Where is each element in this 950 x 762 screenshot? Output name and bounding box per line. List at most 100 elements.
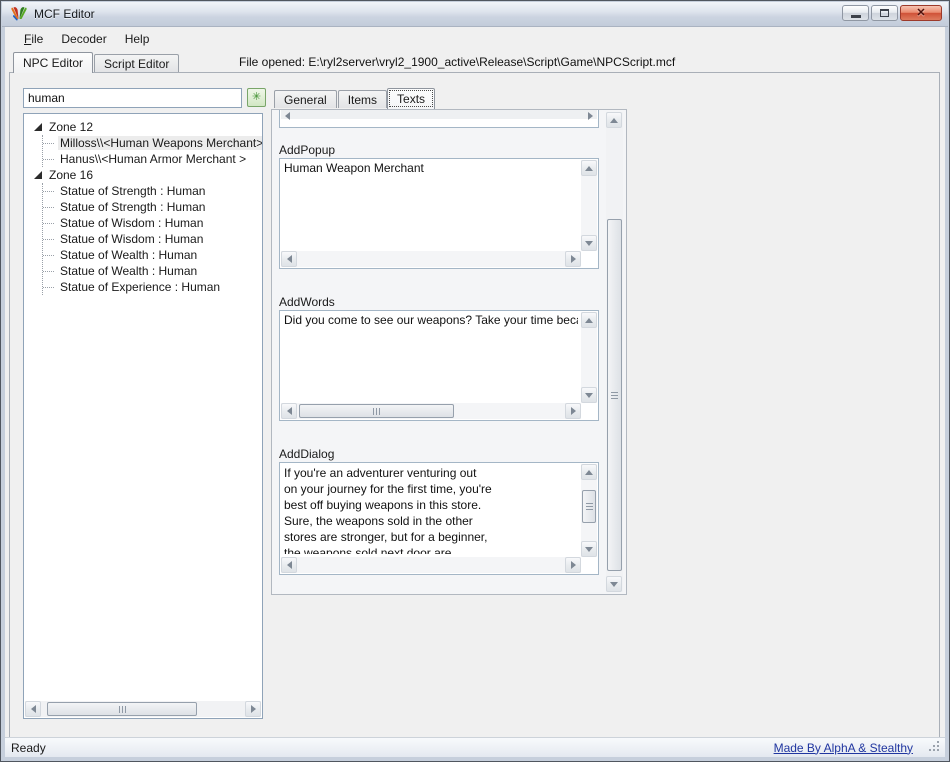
- app-butterfly-icon[interactable]: [10, 6, 28, 22]
- tree-item-label: Statue of Strength : Human: [58, 184, 207, 198]
- tree-expanded-icon[interactable]: [34, 123, 42, 131]
- tree-item-label: Statue of Experience : Human: [58, 280, 222, 294]
- thumb-grip-icon: [119, 706, 126, 713]
- scroll-down-button[interactable]: [606, 576, 622, 592]
- scroll-left-button[interactable]: [281, 251, 297, 267]
- tree-item[interactable]: Statue of Wealth : Human: [43, 263, 262, 279]
- thumb-grip-icon: [586, 503, 593, 510]
- tree-node-zone[interactable]: Zone 12: [24, 119, 262, 135]
- scroll-up-button[interactable]: [606, 112, 622, 128]
- close-button[interactable]: ✕: [900, 5, 942, 21]
- arrow-right-icon: [588, 112, 593, 120]
- adddialog-hscrollbar[interactable]: [281, 557, 581, 573]
- adddialog-textarea[interactable]: If you're an adventurer venturing out on…: [279, 462, 599, 575]
- addpopup-textarea[interactable]: Human Weapon Merchant: [279, 158, 599, 269]
- scroll-right-button[interactable]: [565, 557, 581, 573]
- clipped-textbox[interactable]: [279, 110, 599, 128]
- status-bar: Ready Made By AlphA & Stealthy: [5, 737, 945, 757]
- addpopup-vscrollbar[interactable]: [581, 160, 597, 251]
- addwords-label: AddWords: [279, 295, 335, 309]
- search-burst-icon: ✳: [252, 92, 261, 103]
- addwords-scroll-thumb[interactable]: [299, 404, 454, 418]
- arrow-down-icon: [585, 241, 593, 246]
- scroll-up-button[interactable]: [581, 464, 597, 480]
- menu-decoder[interactable]: Decoder: [52, 29, 115, 49]
- addpopup-hscrollbar[interactable]: [281, 251, 581, 267]
- tree-item-label: Hanus\\<Human Armor Merchant >: [58, 152, 248, 166]
- window-title: MCF Editor: [34, 7, 95, 21]
- adddialog-label: AddDialog: [279, 447, 334, 461]
- addwords-hscrollbar[interactable]: [281, 403, 581, 419]
- panel-scroll-thumb[interactable]: [607, 219, 622, 571]
- file-opened-label: File opened: E:\ryl2server\vryl2_1900_ac…: [239, 55, 675, 69]
- resize-grip-icon[interactable]: [927, 739, 941, 753]
- tab-script-editor[interactable]: Script Editor: [94, 54, 179, 72]
- scroll-down-button[interactable]: [581, 235, 597, 251]
- tree-scroll-thumb[interactable]: [47, 702, 197, 716]
- thumb-grip-icon: [373, 408, 380, 415]
- tree-expanded-icon[interactable]: [34, 171, 42, 179]
- panel-vertical-scrollbar[interactable]: [606, 112, 623, 592]
- addwords-vscrollbar[interactable]: [581, 312, 597, 403]
- adddialog-scroll-thumb[interactable]: [582, 490, 596, 523]
- scroll-right-button[interactable]: [245, 701, 261, 717]
- minimize-button[interactable]: [842, 5, 869, 21]
- search-input[interactable]: [23, 88, 242, 108]
- arrow-down-icon: [610, 582, 618, 587]
- tab-npc-editor[interactable]: NPC Editor: [13, 52, 93, 73]
- maximize-button[interactable]: [871, 5, 898, 21]
- tab-general[interactable]: General: [274, 90, 337, 108]
- arrow-up-icon: [585, 318, 593, 323]
- tree-item[interactable]: Milloss\\<Human Weapons Merchant>: [43, 135, 262, 151]
- arrow-left-icon: [287, 255, 292, 263]
- scroll-down-button[interactable]: [581, 541, 597, 557]
- tree-item[interactable]: Statue of Experience : Human: [43, 279, 262, 295]
- credit-link[interactable]: Made By AlphA & Stealthy: [774, 741, 913, 755]
- scroll-down-button[interactable]: [581, 387, 597, 403]
- arrow-down-icon: [585, 547, 593, 552]
- maximize-icon: [880, 9, 889, 17]
- addpopup-label: AddPopup: [279, 143, 335, 157]
- tree-node-zone[interactable]: Zone 16: [24, 167, 262, 183]
- title-bar[interactable]: MCF Editor ✕: [2, 2, 948, 27]
- scroll-right-button[interactable]: [565, 251, 581, 267]
- tree-item[interactable]: Statue of Wisdom : Human: [43, 215, 262, 231]
- arrow-up-icon: [610, 118, 618, 123]
- arrow-up-icon: [585, 470, 593, 475]
- arrow-right-icon: [571, 561, 576, 569]
- menu-help[interactable]: Help: [116, 29, 159, 49]
- scroll-up-button[interactable]: [581, 312, 597, 328]
- search-button[interactable]: ✳: [247, 88, 266, 107]
- tree-item-label: Statue of Wealth : Human: [58, 248, 199, 262]
- arrow-left-icon: [285, 112, 290, 120]
- arrow-right-icon: [571, 407, 576, 415]
- tab-texts[interactable]: Texts: [387, 88, 435, 109]
- addwords-text: Did you come to see our weapons? Take yo…: [284, 313, 578, 400]
- scroll-left-button[interactable]: [281, 557, 297, 573]
- tree-horizontal-scrollbar[interactable]: [25, 701, 261, 717]
- tree-item-label: Statue of Strength : Human: [58, 200, 207, 214]
- thumb-grip-icon: [611, 392, 618, 399]
- tab-items[interactable]: Items: [338, 90, 387, 108]
- tree-node-label: Zone 12: [49, 120, 93, 134]
- npc-tree[interactable]: Zone 12Milloss\\<Human Weapons Merchant>…: [23, 113, 263, 719]
- menu-bar: File Decoder Help: [5, 28, 945, 49]
- arrow-up-icon: [585, 166, 593, 171]
- tree-item[interactable]: Statue of Wealth : Human: [43, 247, 262, 263]
- adddialog-vscrollbar[interactable]: [581, 464, 597, 557]
- tree-item[interactable]: Hanus\\<Human Armor Merchant >: [43, 151, 262, 167]
- tree-item-label: Statue of Wisdom : Human: [58, 216, 205, 230]
- scroll-up-button[interactable]: [581, 160, 597, 176]
- scroll-right-button[interactable]: [565, 403, 581, 419]
- menu-file[interactable]: File: [15, 29, 52, 49]
- tree-node-label: Zone 16: [49, 168, 93, 182]
- addwords-textarea[interactable]: Did you come to see our weapons? Take yo…: [279, 310, 599, 421]
- arrow-left-icon: [287, 561, 292, 569]
- tree-item[interactable]: Statue of Strength : Human: [43, 183, 262, 199]
- main-tab-strip: NPC Editor Script Editor: [13, 52, 179, 72]
- tree-item[interactable]: Statue of Strength : Human: [43, 199, 262, 215]
- tree-item[interactable]: Statue of Wisdom : Human: [43, 231, 262, 247]
- minimize-icon: [851, 15, 861, 18]
- scroll-left-button[interactable]: [25, 701, 41, 717]
- scroll-left-button[interactable]: [281, 403, 297, 419]
